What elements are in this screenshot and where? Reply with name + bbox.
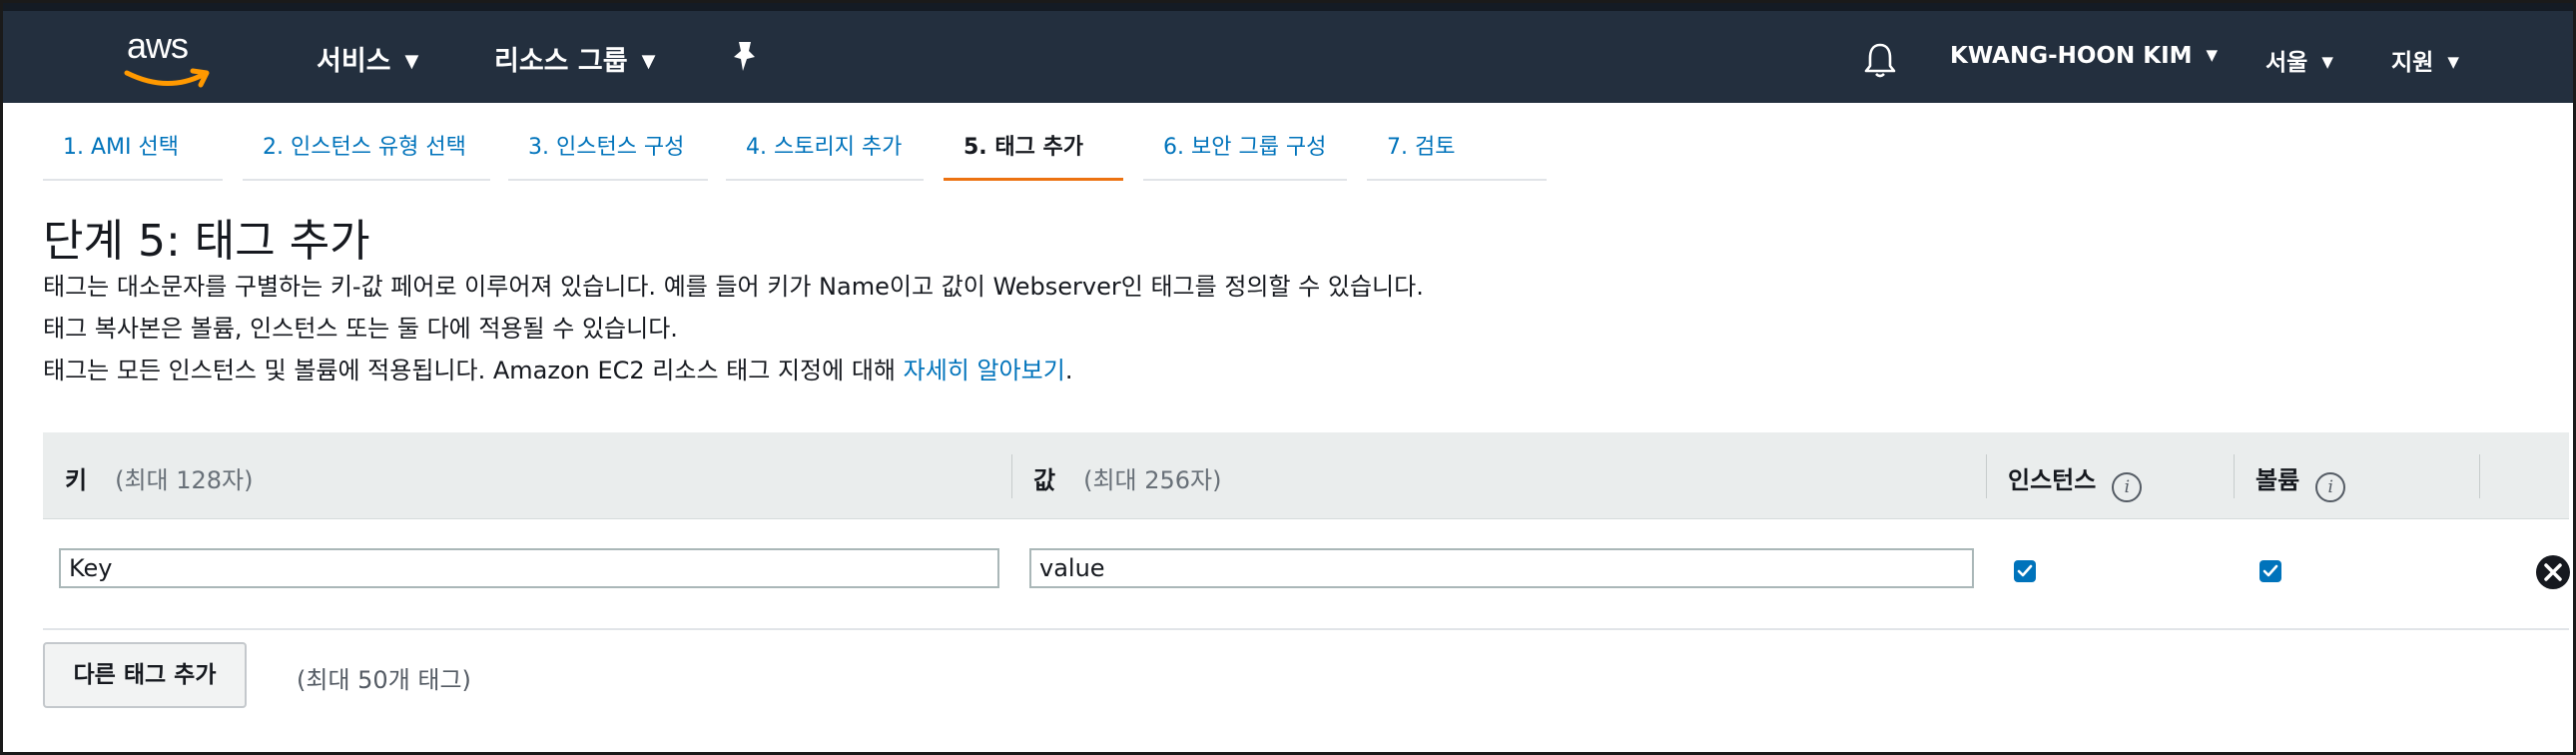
tab-configure-instance[interactable]: 3. 인스턴스 구성 xyxy=(508,129,708,181)
tag-key-input[interactable] xyxy=(59,548,999,588)
volumes-column-header: 볼륨 i xyxy=(2255,460,2346,502)
top-nav-bar: aws 서비스 ▼ 리소스 그룹 ▼ KWANG-HOON KIM ▼ 서울 ▼ 지원 ▼ xyxy=(3,3,2573,103)
tab-security-group[interactable]: 6. 보안 그룹 구성 xyxy=(1143,129,1347,181)
info-icon[interactable]: i xyxy=(2315,472,2346,502)
tab-label: 2. 인스턴스 유형 선택 xyxy=(263,135,466,160)
chevron-down-icon: ▼ xyxy=(404,51,419,72)
user-menu[interactable]: KWANG-HOON KIM ▼ xyxy=(1950,43,2218,69)
column-divider xyxy=(2234,454,2235,498)
instances-column-header: 인스턴스 i xyxy=(2008,460,2143,502)
services-menu[interactable]: 서비스 ▼ xyxy=(317,39,418,78)
services-label: 서비스 xyxy=(317,46,391,77)
column-divider xyxy=(2479,454,2480,498)
column-divider xyxy=(1986,454,1987,498)
app-window: aws 서비스 ▼ 리소스 그룹 ▼ KWANG-HOON KIM ▼ 서울 ▼ 지원 ▼ xyxy=(0,0,2576,755)
tab-instance-type[interactable]: 2. 인스턴스 유형 선택 xyxy=(243,129,490,181)
description-line-3-end: . xyxy=(1064,357,1073,384)
value-header-hint: (최대 256자) xyxy=(1083,466,1222,494)
tab-ami[interactable]: 1. AMI 선택 xyxy=(43,129,223,181)
pin-icon[interactable] xyxy=(730,39,760,73)
region-menu[interactable]: 서울 ▼ xyxy=(2265,43,2333,77)
volumes-checkbox[interactable] xyxy=(2259,560,2281,582)
chevron-down-icon: ▼ xyxy=(641,51,656,72)
chevron-down-icon: ▼ xyxy=(2321,53,2333,71)
tab-label: 5. 태그 추가 xyxy=(964,135,1083,160)
tag-table-header: 키 (최대 128자) 값 (최대 256자) 인스턴스 i 볼륨 i xyxy=(43,432,2569,519)
tag-value-input[interactable] xyxy=(1029,548,1974,588)
checkmark-icon xyxy=(2017,564,2033,577)
table-row xyxy=(43,518,2571,630)
resource-groups-label: 리소스 그룹 xyxy=(494,46,628,77)
add-tag-hint: (최대 50개 태그) xyxy=(297,666,471,694)
tab-add-tags[interactable]: 5. 태그 추가 xyxy=(944,129,1123,181)
remove-tag-icon[interactable] xyxy=(2535,554,2571,590)
checkmark-icon xyxy=(2262,564,2278,577)
aws-logo-text: aws xyxy=(127,25,189,66)
key-header-hint: (최대 128자) xyxy=(115,466,254,494)
add-tag-button[interactable]: 다른 태그 추가 xyxy=(43,642,247,708)
page-title: 단계 5: 태그 추가 xyxy=(43,216,370,267)
info-icon[interactable]: i xyxy=(2112,472,2143,502)
key-column-header: 키 (최대 128자) xyxy=(65,460,254,495)
key-header-label: 키 xyxy=(65,466,88,494)
region-label: 서울 xyxy=(2265,50,2308,76)
aws-smile-icon xyxy=(124,68,210,88)
tab-label: 4. 스토리지 추가 xyxy=(746,135,903,160)
description-line-3-text: 태그는 모든 인스턴스 및 볼륨에 적용됩니다. Amazon EC2 리소스 … xyxy=(43,357,904,384)
tab-label: 1. AMI 선택 xyxy=(63,135,179,160)
resource-groups-menu[interactable]: 리소스 그룹 ▼ xyxy=(494,39,655,78)
value-column-header: 값 (최대 256자) xyxy=(1033,460,1222,495)
aws-logo[interactable]: aws xyxy=(121,25,221,89)
support-label: 지원 xyxy=(2391,50,2434,76)
tab-add-storage[interactable]: 4. 스토리지 추가 xyxy=(726,129,924,181)
description-line-1: 태그는 대소문자를 구별하는 키-값 페어로 이루어져 있습니다. 예를 들어 … xyxy=(43,273,1424,301)
tab-review[interactable]: 7. 검토 xyxy=(1367,129,1547,181)
chevron-down-icon: ▼ xyxy=(2206,46,2219,64)
user-name: KWANG-HOON KIM xyxy=(1950,43,2193,69)
volumes-header-label: 볼륨 xyxy=(2255,466,2300,494)
value-header-label: 값 xyxy=(1033,466,1056,494)
tab-label: 7. 검토 xyxy=(1387,135,1456,160)
support-menu[interactable]: 지원 ▼ xyxy=(2391,43,2459,77)
description-line-2: 태그 복사본은 볼륨, 인스턴스 또는 둘 다에 적용될 수 있습니다. xyxy=(43,315,678,343)
instances-header-label: 인스턴스 xyxy=(2008,466,2097,494)
tab-label: 3. 인스턴스 구성 xyxy=(528,135,685,160)
learn-more-link[interactable]: 자세히 알아보기 xyxy=(904,357,1065,384)
description-line-3: 태그는 모든 인스턴스 및 볼륨에 적용됩니다. Amazon EC2 리소스 … xyxy=(43,351,1072,385)
chevron-down-icon: ▼ xyxy=(2447,53,2459,71)
tab-label: 6. 보안 그룹 구성 xyxy=(1163,135,1327,160)
bell-icon[interactable] xyxy=(1862,41,1898,79)
column-divider xyxy=(1011,454,1012,498)
instances-checkbox[interactable] xyxy=(2014,560,2036,582)
